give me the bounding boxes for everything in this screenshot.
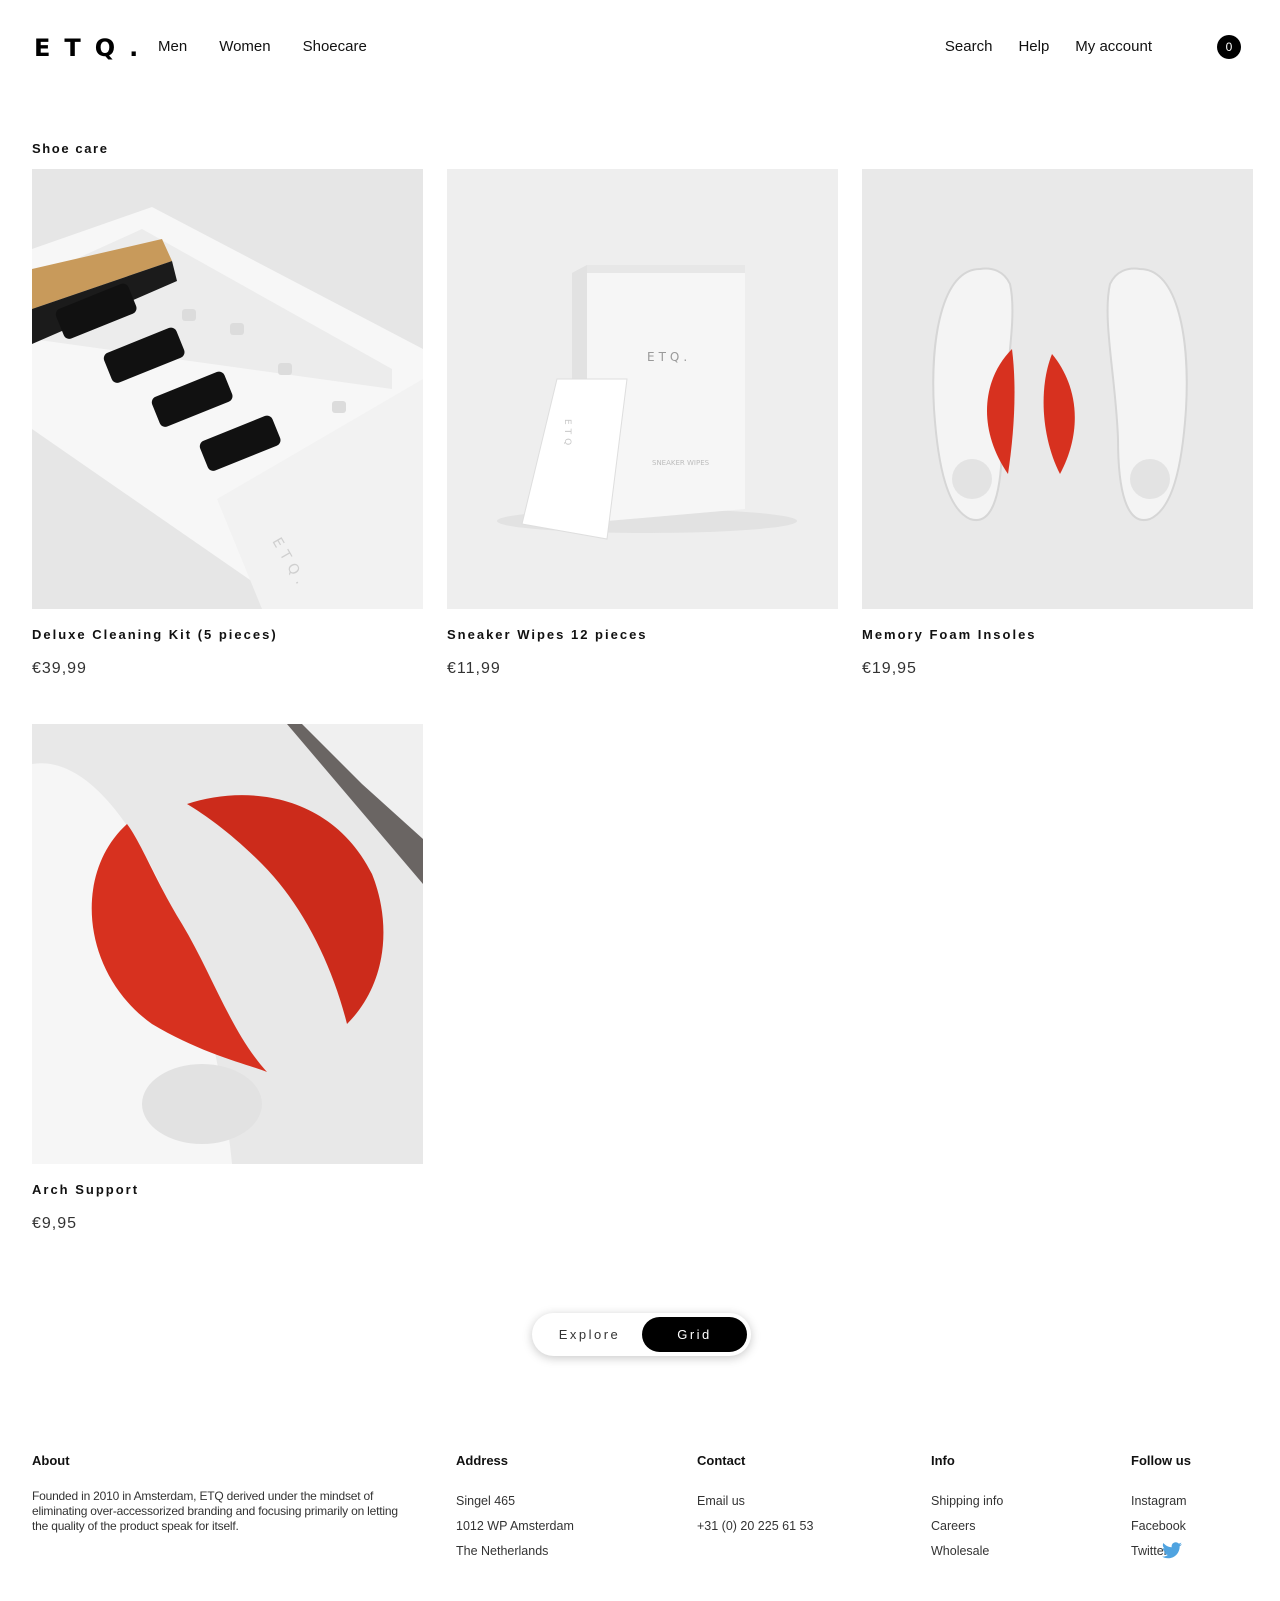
product-image-cleaning-kit[interactable]: ETQ.	[32, 169, 423, 609]
svg-text:ETQ: ETQ	[562, 419, 572, 449]
facebook-link[interactable]: Facebook	[1131, 1519, 1186, 1533]
view-toggle: Explore Grid	[532, 1313, 751, 1356]
footer-follow: Follow us Instagram Facebook Twitter	[1131, 1452, 1191, 1564]
email-us-link[interactable]: Email us	[697, 1494, 745, 1508]
footer-heading-address: Address	[456, 1453, 509, 1468]
cart-count-badge[interactable]: 0	[1217, 35, 1241, 59]
explore-view-button[interactable]: Explore	[536, 1317, 643, 1352]
footer-about: About Founded in 2010 in Amsterdam, ETQ …	[32, 1452, 412, 1534]
product-name[interactable]: Arch Support	[32, 1181, 423, 1199]
nav-search[interactable]: Search	[945, 37, 993, 57]
footer-info: Info Shipping info Careers Wholesale	[931, 1452, 1003, 1564]
wholesale-link[interactable]: Wholesale	[931, 1544, 989, 1558]
product-image-sneaker-wipes[interactable]: ETQ. SNEAKER WIPES ETQ	[447, 169, 838, 609]
product-price: €11,99	[447, 660, 501, 677]
twitter-bird-icon[interactable]	[1161, 1542, 1183, 1560]
nav-help[interactable]: Help	[1018, 37, 1049, 57]
product-card: ETQ. Deluxe Cleaning Kit (5 pieces) €39,…	[32, 169, 423, 679]
product-name[interactable]: Deluxe Cleaning Kit (5 pieces)	[32, 626, 423, 644]
footer-heading-about: About	[32, 1453, 70, 1468]
main-nav: Men Women Shoecare	[158, 37, 367, 57]
nav-my-account[interactable]: My account	[1075, 37, 1152, 57]
product-price: €9,95	[32, 1215, 78, 1232]
product-card: Arch Support €9,95	[32, 724, 423, 1234]
address-line: 1012 WP Amsterdam	[456, 1519, 574, 1533]
product-price: €39,99	[32, 660, 87, 677]
grid-view-button[interactable]: Grid	[642, 1317, 747, 1352]
footer-heading-follow: Follow us	[1131, 1453, 1191, 1468]
product-card: ETQ. SNEAKER WIPES ETQ Sneaker Wipes 12 …	[447, 169, 838, 679]
product-image-insoles[interactable]	[862, 169, 1253, 609]
utility-nav: Search Help My account	[945, 37, 1152, 57]
twitter-link-wrap: Twitter	[1131, 1539, 1182, 1564]
nav-women[interactable]: Women	[219, 37, 270, 57]
footer-heading-info: Info	[931, 1453, 955, 1468]
footer-address: Address Singel 465 1012 WP Amsterdam The…	[456, 1452, 574, 1564]
svg-text:SNEAKER WIPES: SNEAKER WIPES	[652, 459, 710, 467]
nav-shoecare[interactable]: Shoecare	[303, 37, 367, 57]
about-text: Founded in 2010 in Amsterdam, ETQ derive…	[32, 1489, 398, 1533]
instagram-link[interactable]: Instagram	[1131, 1494, 1187, 1508]
page-title: Shoe care	[32, 141, 109, 156]
product-price: €19,95	[862, 660, 917, 677]
footer-heading-contact: Contact	[697, 1453, 746, 1468]
product-card: Memory Foam Insoles €19,95	[862, 169, 1253, 679]
site-header: ETQ. Men Women Shoecare Search Help My a…	[0, 0, 1280, 96]
address-line: The Netherlands	[456, 1544, 549, 1558]
nav-men[interactable]: Men	[158, 37, 187, 57]
product-image-arch-support[interactable]	[32, 724, 423, 1164]
footer-contact: Contact Email us +31 (0) 20 225 61 53	[697, 1452, 813, 1539]
careers-link[interactable]: Careers	[931, 1519, 975, 1533]
phone-link[interactable]: +31 (0) 20 225 61 53	[697, 1519, 813, 1533]
product-name[interactable]: Sneaker Wipes 12 pieces	[447, 626, 838, 644]
svg-text:ETQ.: ETQ.	[647, 350, 691, 364]
etq-logo[interactable]: ETQ.	[34, 34, 152, 62]
shipping-info-link[interactable]: Shipping info	[931, 1494, 1003, 1508]
product-name[interactable]: Memory Foam Insoles	[862, 626, 1253, 644]
address-line: Singel 465	[456, 1494, 516, 1508]
